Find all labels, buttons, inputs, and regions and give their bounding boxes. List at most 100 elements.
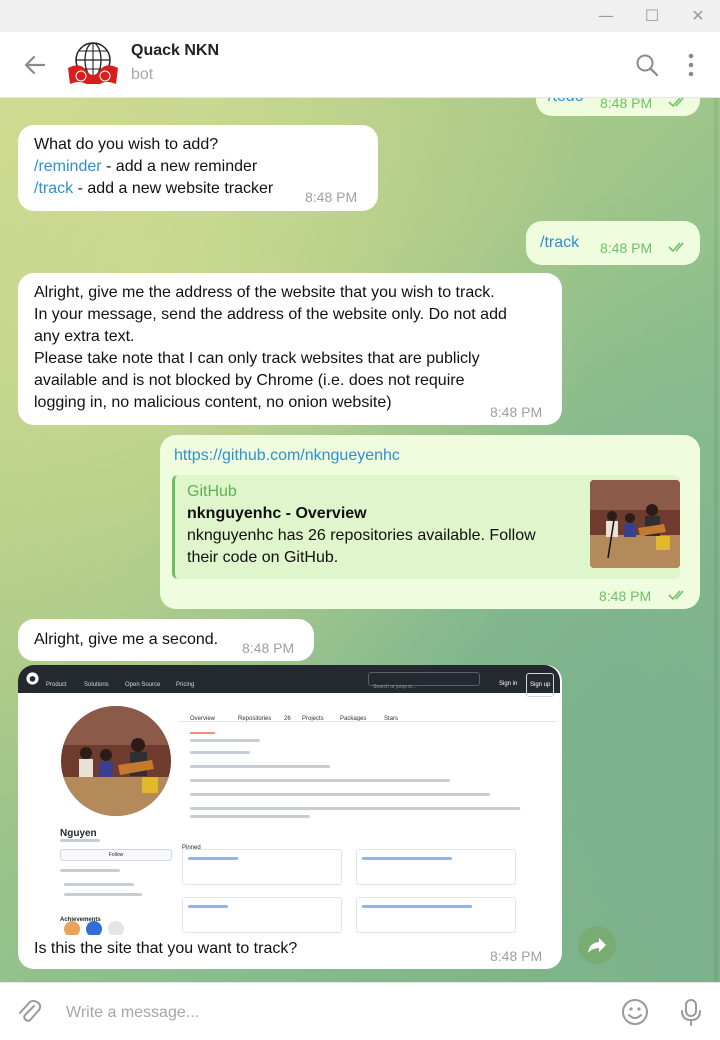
gh-readme-line [190, 765, 330, 768]
forward-icon [588, 938, 606, 953]
message-text: What do you wish to add? [34, 136, 219, 153]
chat-scrollbar[interactable] [714, 98, 718, 982]
outgoing-message[interactable]: /todo 8:48 PM [536, 98, 700, 116]
chat-title[interactable]: Quack NKN [131, 42, 219, 60]
search-icon[interactable] [634, 52, 660, 78]
message-line: /track - add a new website tracker [34, 178, 273, 200]
chat-subtitle: bot [131, 66, 154, 83]
emoji-icon[interactable] [620, 997, 650, 1027]
gh-readme-line [190, 779, 450, 782]
gh-nav-item: Solutions [84, 682, 109, 688]
gh-divider [178, 721, 558, 722]
incoming-message[interactable]: What do you wish to add? /reminder - add… [18, 125, 378, 211]
window-titlebar: — ☐ ✕ [0, 0, 720, 32]
track-command-link[interactable]: /track [34, 180, 73, 197]
incoming-message[interactable]: Alright, give me a second. 8:48 PM [18, 619, 314, 661]
message-text: In your message, send the address of the… [34, 306, 507, 323]
maximize-button[interactable]: ☐ [642, 6, 662, 26]
gh-tab: Packages [340, 716, 367, 722]
gh-repo-link [188, 905, 228, 908]
gh-readme-line [190, 751, 250, 754]
chat-history[interactable]: /todo 8:48 PM What do you wish to add? /… [0, 98, 720, 982]
github-url-link[interactable]: https://github.com/nkngueyenhc [174, 445, 400, 467]
gh-nav-item: Open Source [125, 682, 161, 688]
gh-nav-item: Product [46, 682, 67, 688]
gh-pinned-card [356, 897, 516, 933]
gh-text-placeholder [64, 883, 134, 886]
outgoing-message[interactable]: /track 8:48 PM [526, 221, 700, 265]
github-topbar: Product Solutions Open Source Pricing Se… [18, 665, 560, 697]
github-logo-icon [26, 672, 39, 685]
gh-pinned-card [182, 849, 342, 885]
gh-repo-link [188, 857, 238, 860]
outgoing-message[interactable]: https://github.com/nkngueyenhc GitHub nk… [160, 435, 700, 609]
gh-tab: Stars [384, 716, 399, 722]
gh-achievement-badge [64, 921, 80, 935]
message-time: 8:48 PM [600, 98, 653, 111]
message-text: available and is not blocked by Chrome (… [34, 372, 465, 389]
gh-nav-item: Pricing [176, 682, 195, 688]
preview-thumbnail[interactable] [590, 480, 680, 568]
message-text: any extra text. [34, 328, 135, 345]
minimize-button[interactable]: — [596, 6, 616, 26]
message-line: /reminder - add a new reminder [34, 156, 257, 178]
github-screenshot-image[interactable]: Product Solutions Open Source Pricing Se… [18, 665, 560, 935]
message-text[interactable]: /track [540, 232, 579, 254]
gh-achievement-badge [86, 921, 102, 935]
message-text: Alright, give me a second. [34, 631, 219, 648]
gh-readme-line [190, 815, 310, 818]
close-button[interactable]: ✕ [688, 6, 708, 26]
forward-button[interactable] [578, 926, 616, 964]
gh-text-placeholder [60, 869, 120, 872]
microphone-icon[interactable] [676, 997, 706, 1027]
read-check-icon [668, 98, 684, 108]
gh-search-box: Search or jump to... [368, 672, 480, 690]
message-composer [0, 982, 720, 1040]
attach-icon[interactable] [14, 997, 44, 1027]
preview-site-name: GitHub [187, 483, 237, 500]
gh-achievement-badge [108, 921, 124, 935]
reminder-command-link[interactable]: /reminder [34, 158, 102, 175]
read-check-icon [668, 242, 684, 253]
preview-title: nknguyenhc - Overview [187, 505, 367, 522]
incoming-message[interactable]: Alright, give me the address of the webs… [18, 273, 562, 425]
message-time: 8:48 PM [600, 240, 653, 256]
gh-tab: Projects [302, 716, 324, 722]
gh-pinned-card [182, 897, 342, 933]
message-input[interactable] [66, 1001, 586, 1025]
message-text: logging in, no malicious content, no oni… [34, 394, 392, 411]
preview-description: nknguyenhc has 26 repositories available… [187, 527, 536, 566]
gh-signin: Sign in [499, 681, 518, 687]
gh-repo-count: 26 [284, 716, 291, 722]
gh-pinned-card [356, 849, 516, 885]
gh-repo-link [362, 905, 472, 908]
message-text: Alright, give me the address of the webs… [34, 284, 495, 301]
message-time: 8:48 PM [490, 404, 543, 420]
incoming-photo-message[interactable]: Product Solutions Open Source Pricing Se… [18, 665, 562, 969]
gh-tab: Repositories [238, 716, 272, 722]
more-vertical-icon[interactable] [678, 52, 704, 78]
gh-text-placeholder [64, 893, 142, 896]
message-text: - add a new reminder [101, 158, 258, 175]
message-text: - add a new website tracker [73, 180, 274, 197]
gh-readme-line [190, 739, 260, 742]
message-time: 8:48 PM [490, 948, 543, 964]
link-preview-card[interactable]: GitHub nknguyenhc - Overview nknguyenhc … [172, 475, 680, 579]
chat-header: Quack NKN bot [0, 32, 720, 98]
read-check-icon [668, 590, 684, 601]
message-time: 8:48 PM [305, 189, 358, 205]
message-text: /todo [548, 98, 584, 108]
gh-signup: Sign up [526, 673, 555, 697]
back-arrow-icon[interactable] [22, 52, 48, 78]
photo-caption: Is this the site that you want to track? [34, 940, 298, 957]
message-time: 8:48 PM [599, 588, 652, 604]
gh-text-placeholder [60, 839, 100, 842]
gh-readme-line [190, 807, 520, 810]
message-time: 8:48 PM [242, 640, 295, 656]
gh-follow-button: Follow [60, 849, 172, 861]
gh-profile-photo [61, 706, 171, 816]
gh-readme-line [190, 793, 490, 796]
message-text: Please take note that I can only track w… [34, 350, 480, 367]
gh-repo-link [362, 857, 452, 860]
bot-avatar[interactable] [66, 40, 120, 90]
